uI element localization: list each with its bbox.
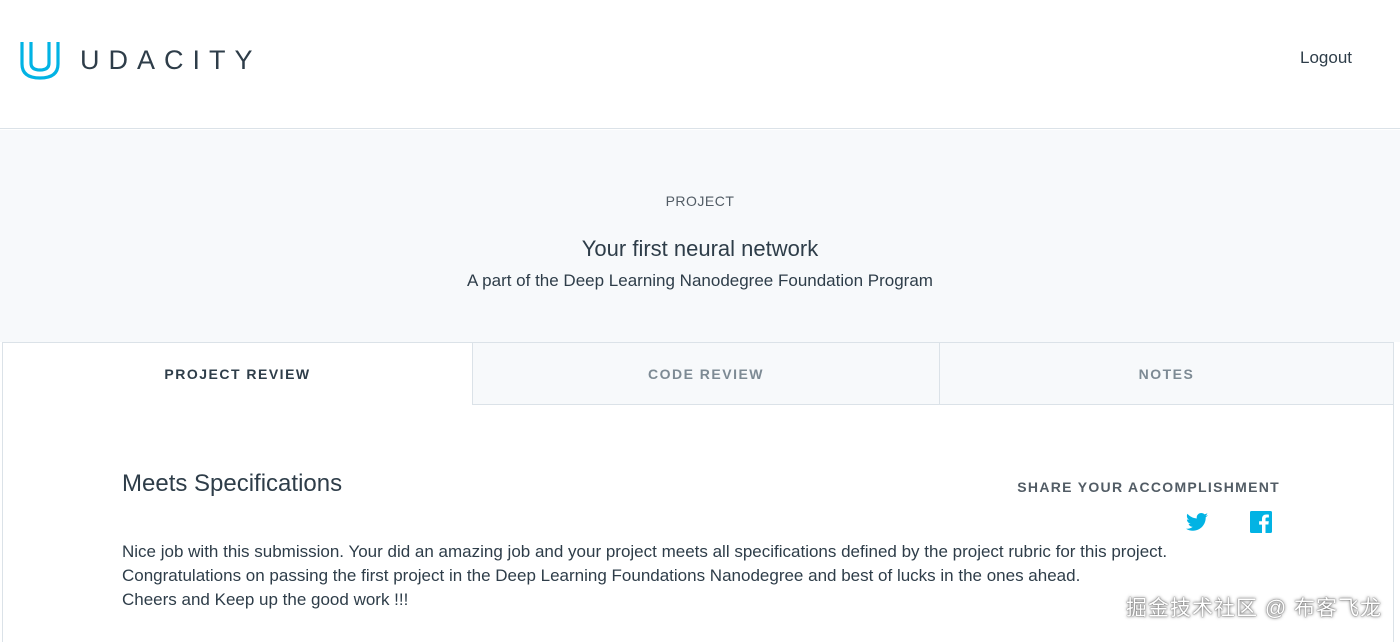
share-label: SHARE YOUR ACCOMPLISHMENT [1017, 479, 1280, 495]
tab-notes[interactable]: NOTES [939, 343, 1393, 405]
review-comment: Nice job with this submission. Your did … [122, 540, 1167, 612]
tab-code-review[interactable]: CODE REVIEW [472, 343, 939, 405]
review-status: Meets Specifications [122, 470, 343, 497]
brand-name: UDACITY [80, 44, 262, 75]
project-title: Your first neural network [581, 236, 819, 261]
top-header: UDACITY Logout [0, 0, 1400, 129]
twitter-icon[interactable] [1185, 510, 1209, 534]
review-line: Cheers and Keep up the good work !!! [122, 590, 409, 609]
review-line: Nice job with this submission. Your did … [122, 542, 1168, 561]
project-eyebrow: PROJECT [665, 193, 735, 209]
share-icons [1185, 510, 1273, 534]
tab-project-review[interactable]: PROJECT REVIEW [3, 343, 472, 405]
project-subtitle: A part of the Deep Learning Nanodegree F… [467, 271, 933, 290]
review-tabs: PROJECT REVIEW CODE REVIEW NOTES [3, 343, 1393, 405]
facebook-icon[interactable] [1249, 510, 1273, 534]
review-line: Congratulations on passing the first pro… [122, 566, 1081, 585]
udacity-logo[interactable]: UDACITY [18, 38, 262, 82]
project-hero: PROJECT Your first neural network A part… [0, 130, 1400, 342]
watermark: 掘金技术社区 @ 布客飞龙 [1126, 597, 1382, 620]
logout-link[interactable]: Logout [1300, 48, 1352, 68]
udacity-logo-icon [20, 42, 60, 80]
